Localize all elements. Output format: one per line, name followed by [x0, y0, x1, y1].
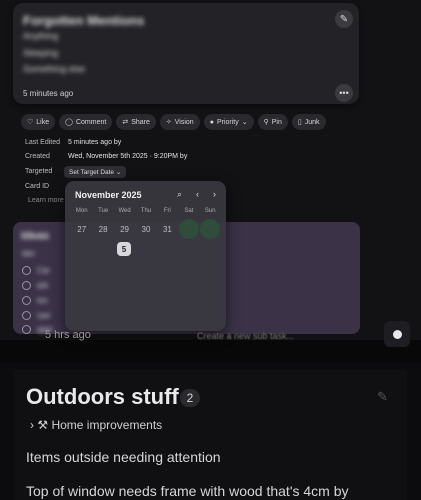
calendar-day-highlight[interactable]: [200, 219, 221, 239]
trash-icon: ▯: [297, 119, 302, 126]
note-line: Something else: [23, 64, 86, 74]
checkbox[interactable]: [22, 311, 31, 320]
underlying-preview: Create a new sub task...: [197, 331, 295, 341]
pencil-icon[interactable]: ✎: [377, 389, 388, 405]
pin-button[interactable]: ⚲ Pin: [257, 114, 288, 130]
weekday: Thu: [140, 208, 152, 214]
year-text: 2025: [121, 190, 142, 200]
last-edited-label: Last Edited: [25, 139, 61, 146]
date-picker-popover: November 2025 ⌕ ‹ › Mon Tue Wed Thu Fri …: [65, 181, 226, 331]
set-target-date-button[interactable]: Set Target Date ⌄: [64, 166, 127, 178]
targeted-label: Targeted: [25, 168, 53, 175]
checkbox[interactable]: [22, 325, 31, 334]
calendar-day[interactable]: 27: [71, 219, 92, 239]
checklist-item[interactable]: Car: [22, 266, 50, 275]
weekday: Wed: [118, 208, 131, 214]
set-target-date-label: Set Target Date: [69, 168, 115, 176]
note-line: Sleeping: [23, 48, 59, 58]
note-title: Forgotten Mentions: [23, 13, 145, 28]
last-edited-value: 5 minutes ago by: [68, 139, 122, 146]
chevron-down-icon: ⌄: [241, 119, 248, 126]
ideas-subtitle: dev: [22, 249, 35, 258]
ideas-title: Ideas: [21, 230, 50, 242]
checklist-item[interactable]: ryer: [22, 311, 51, 320]
calendar-day-highlight[interactable]: [178, 219, 199, 239]
heart-icon: ♡: [27, 119, 34, 126]
more-options-icon[interactable]: •••: [335, 84, 353, 102]
circle-icon: [392, 329, 402, 339]
chevron-right-icon: ›: [30, 418, 34, 432]
learn-more-link[interactable]: Learn more: [28, 197, 64, 204]
chevron-left-icon[interactable]: ‹: [196, 189, 199, 200]
calendar-month-label: November 2025: [75, 190, 142, 200]
like-label: Like: [36, 118, 50, 126]
comment-button[interactable]: ◯ Comment: [59, 114, 113, 130]
item-text: Car: [37, 266, 50, 275]
app-window: Forgotten Mentions ✎ Anything Sleeping S…: [0, 0, 421, 500]
priority-button[interactable]: ● Priority ⌄: [203, 114, 254, 130]
share-label: Share: [131, 118, 150, 126]
tools-icon: ⚒: [37, 418, 49, 432]
action-bar: ♡ Like ◯ Comment ⇄ Share ✧ Vision ● Priority ⌄…: [21, 114, 326, 130]
card-description: Items outside needing attention: [26, 449, 221, 465]
item-text: ark: [37, 281, 49, 290]
note-line: Anything: [23, 31, 59, 41]
weekday: Fri: [163, 208, 171, 214]
calendar-controls: ⌕ ‹ ›: [177, 189, 216, 200]
chevron-right-icon[interactable]: ›: [213, 189, 216, 200]
junk-label: Junk: [304, 118, 320, 126]
like-button[interactable]: ♡ Like: [21, 114, 56, 130]
note-timestamp: 5 minutes ago: [23, 89, 74, 98]
weekday: Sun: [204, 208, 216, 214]
checklist-item[interactable]: ark: [22, 281, 48, 290]
month-text: November: [75, 190, 120, 200]
comment-label: Comment: [75, 118, 107, 126]
selected-day[interactable]: 5: [117, 242, 131, 256]
comment-icon: ◯: [65, 119, 73, 126]
item-text: ryer: [37, 311, 51, 320]
card-id-label: Card ID: [25, 183, 50, 190]
subtitle-text: dev: [22, 249, 35, 258]
calendar-day[interactable]: 28: [92, 219, 113, 239]
search-icon[interactable]: ⌕: [177, 189, 182, 200]
priority-label: Priority: [216, 118, 239, 126]
calendar-day[interactable]: 30: [135, 219, 156, 239]
share-button[interactable]: ⇄ Share: [116, 114, 156, 130]
weekday-header: Mon Tue Wed Thu Fri Sat Sun: [71, 208, 221, 214]
breadcrumb-label: Home improvements: [51, 418, 163, 432]
item-count-badge: 2: [180, 389, 200, 407]
weekday: Mon: [75, 208, 88, 214]
vision-button[interactable]: ✧ Vision: [159, 114, 200, 130]
pin-label: Pin: [271, 118, 282, 126]
created-value: Wed, November 5th 2025 · 9:20PM by: [68, 153, 188, 160]
checkbox[interactable]: [22, 281, 31, 290]
underlying-timestamp: 5 hrs ago: [45, 329, 91, 341]
item-text: ion: [37, 296, 48, 305]
checkbox[interactable]: [22, 266, 31, 275]
note-card[interactable]: Forgotten Mentions ✎ Anything Sleeping S…: [13, 3, 359, 104]
calendar-row: 27 28 29 30 31: [71, 219, 221, 239]
weekday: Tue: [98, 208, 109, 214]
card-body-line: Top of window needs frame with wood that…: [26, 483, 349, 499]
floating-action-button[interactable]: [384, 321, 410, 347]
breadcrumb[interactable]: › ⚒ Home improvements: [30, 418, 162, 432]
sparkle-icon: ✧: [165, 119, 172, 126]
circle-icon: ●: [209, 118, 214, 126]
calendar-day[interactable]: 31: [157, 219, 178, 239]
vision-label: Vision: [174, 118, 194, 126]
card-title: Outdoors stuff: [26, 384, 179, 409]
checkbox[interactable]: [22, 296, 31, 305]
pencil-icon[interactable]: ✎: [335, 10, 353, 28]
pin-icon: ⚲: [263, 119, 269, 126]
created-label: Created: [25, 153, 50, 160]
calendar-day[interactable]: 29: [114, 219, 135, 239]
checklist-item[interactable]: ion: [22, 296, 48, 305]
junk-button[interactable]: ▯ Junk: [291, 114, 326, 130]
share-icon: ⇄: [122, 119, 129, 126]
weekday: Sat: [184, 208, 194, 214]
